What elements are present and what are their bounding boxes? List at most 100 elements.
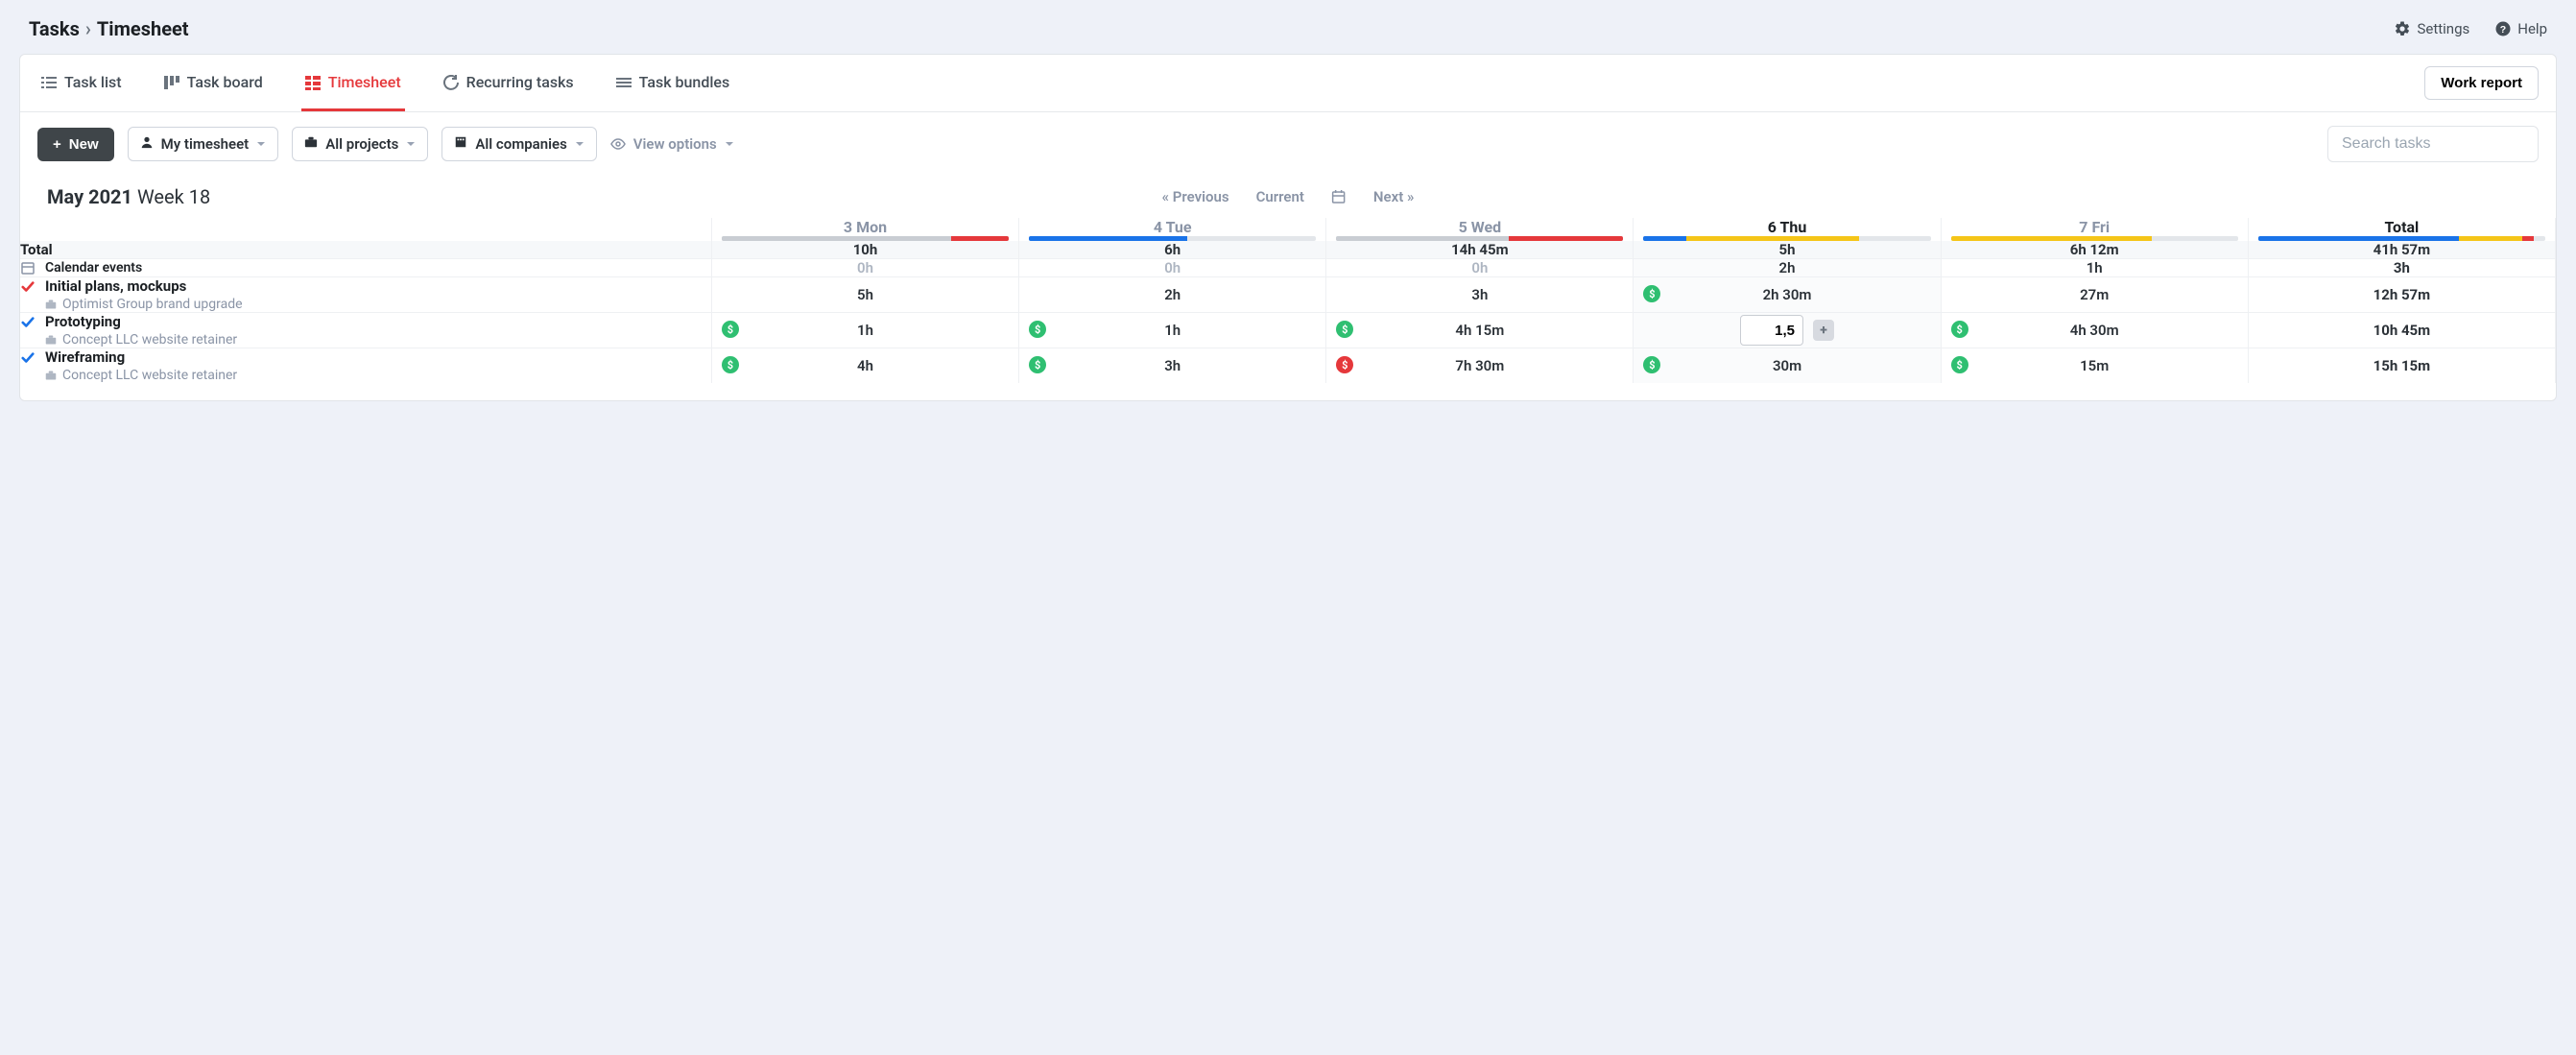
calendar-label-text: Calendar events [45,260,142,276]
row-total-cell: 15h 15m [2248,348,2555,384]
total-header-label: Total [2249,218,2555,236]
billable-icon: $ [1336,321,1353,338]
view-options[interactable]: View options [610,135,734,153]
total-cell: 10h [711,241,1018,259]
time-value: 14h 45m [1451,241,1509,258]
filter-all-companies[interactable]: All companies [441,127,596,161]
billable-icon: $ [1951,356,1968,373]
time-cell[interactable]: $3h [1019,348,1326,384]
tab-bundles[interactable]: Task bundles [612,56,734,111]
tab-label: Task list [64,73,122,91]
task-title: Prototyping [45,313,237,330]
time-cell[interactable]: $2h 30m [1634,277,1941,313]
new-button[interactable]: + New [37,128,114,161]
time-cell[interactable]: $15m [1941,348,2248,384]
time-cell[interactable]: $7h 30m [1326,348,1634,384]
time-value: 4h [857,357,873,374]
time-value: 3h [2394,259,2410,276]
time-value: 15m [2080,357,2109,374]
calendar-cell[interactable]: 2h [1634,259,1941,277]
help-link[interactable]: ? Help [2494,20,2547,37]
time-value: 5h [1779,241,1796,258]
time-cell[interactable]: 5h [711,277,1018,313]
time-value: 1h [857,322,873,339]
calendar-icon[interactable] [1331,189,1347,204]
period-month: May 2021 [47,185,132,208]
tab-timesheet[interactable]: Timesheet [301,56,405,111]
task-row-label[interactable]: WireframingConcept LLC website retainer [20,348,711,384]
tab-task-list[interactable]: Task list [37,56,126,111]
day-header[interactable]: 5 Wed [1326,218,1634,241]
task-title: Initial plans, mockups [45,277,243,295]
time-cell[interactable]: $1h [1019,313,1326,348]
timesheet-table: 3 Mon4 Tue5 Wed6 Thu7 FriTotal Total10h6… [20,218,2556,383]
day-header-label: 3 Mon [712,218,1018,236]
filter-label: My timesheet [161,135,250,153]
total-cell: 6h 12m [1941,241,2248,259]
time-cell[interactable]: $4h [711,348,1018,384]
check-icon[interactable] [20,279,36,295]
tab-task-board[interactable]: Task board [160,56,267,111]
time-cell-editing[interactable]: + [1634,313,1941,348]
eye-icon [610,136,626,152]
pager-current[interactable]: Current [1256,188,1304,205]
time-cell[interactable]: $1h [711,313,1018,348]
recurring-icon [443,75,459,90]
time-value: 30m [1773,357,1801,374]
project-name: Concept LLC website retainer [62,332,237,348]
pager-prev[interactable]: « Previous [1162,188,1229,205]
total-cell: 6h [1019,241,1326,259]
day-header[interactable]: 4 Tue [1019,218,1326,241]
tab-recurring[interactable]: Recurring tasks [440,56,578,111]
time-value: 4h 30m [2070,322,2119,339]
time-value: 0h [1164,259,1181,276]
time-cell[interactable]: 27m [1941,277,2248,313]
header-blank [20,218,711,241]
main-card: Task list Task board Timesheet Recurring… [19,54,2557,401]
day-header[interactable]: 6 Thu [1634,218,1941,241]
time-value: 3h [1471,286,1488,303]
filter-my-timesheet[interactable]: My timesheet [128,127,279,161]
time-cell[interactable]: 2h [1019,277,1326,313]
add-entry-button[interactable]: + [1813,320,1834,341]
total-cell: 14h 45m [1326,241,1634,259]
calendar-total-cell: 3h [2248,259,2555,277]
billable-icon: $ [1029,321,1046,338]
task-row-label[interactable]: Prototyping Concept LLC website retainer [20,313,711,348]
time-input[interactable] [1740,315,1803,346]
check-icon[interactable] [20,350,36,366]
search-input[interactable] [2327,126,2539,162]
time-value: 3h [1164,357,1181,374]
briefcase-icon [45,299,57,310]
task-row-label[interactable]: Initial plans, mockups Optimist Group bra… [20,277,711,313]
calendar-cell[interactable]: 0h [711,259,1018,277]
time-value: 2h [1779,259,1796,276]
breadcrumb-root[interactable]: Tasks [29,17,80,40]
billable-icon: $ [1336,356,1353,373]
day-header-label: 7 Fri [1942,218,2248,236]
time-cell[interactable]: $4h 30m [1941,313,2248,348]
period-week: Week 18 [137,185,210,208]
pager-next[interactable]: Next » [1373,188,1414,205]
task-project: Concept LLC website retainer [45,332,237,348]
timesheet-icon [305,75,321,90]
chevron-down-icon [256,139,266,149]
calendar-cell[interactable]: 0h [1019,259,1326,277]
tab-label: Recurring tasks [466,73,574,91]
filter-all-projects[interactable]: All projects [292,127,428,161]
check-icon[interactable] [20,315,36,330]
time-value: 41h 57m [2373,241,2431,258]
project-name: Optimist Group brand upgrade [62,297,243,312]
billable-icon: $ [722,321,739,338]
day-header[interactable]: 7 Fri [1941,218,2248,241]
work-report-button[interactable]: Work report [2424,66,2539,100]
day-header[interactable]: 3 Mon [711,218,1018,241]
settings-link[interactable]: Settings [2394,20,2469,37]
period-label: May 2021 Week 18 [47,185,210,208]
task-project: Optimist Group brand upgrade [45,297,243,312]
time-cell[interactable]: $30m [1634,348,1941,384]
calendar-cell[interactable]: 1h [1941,259,2248,277]
calendar-cell[interactable]: 0h [1326,259,1634,277]
time-cell[interactable]: 3h [1326,277,1634,313]
time-cell[interactable]: $4h 15m [1326,313,1634,348]
